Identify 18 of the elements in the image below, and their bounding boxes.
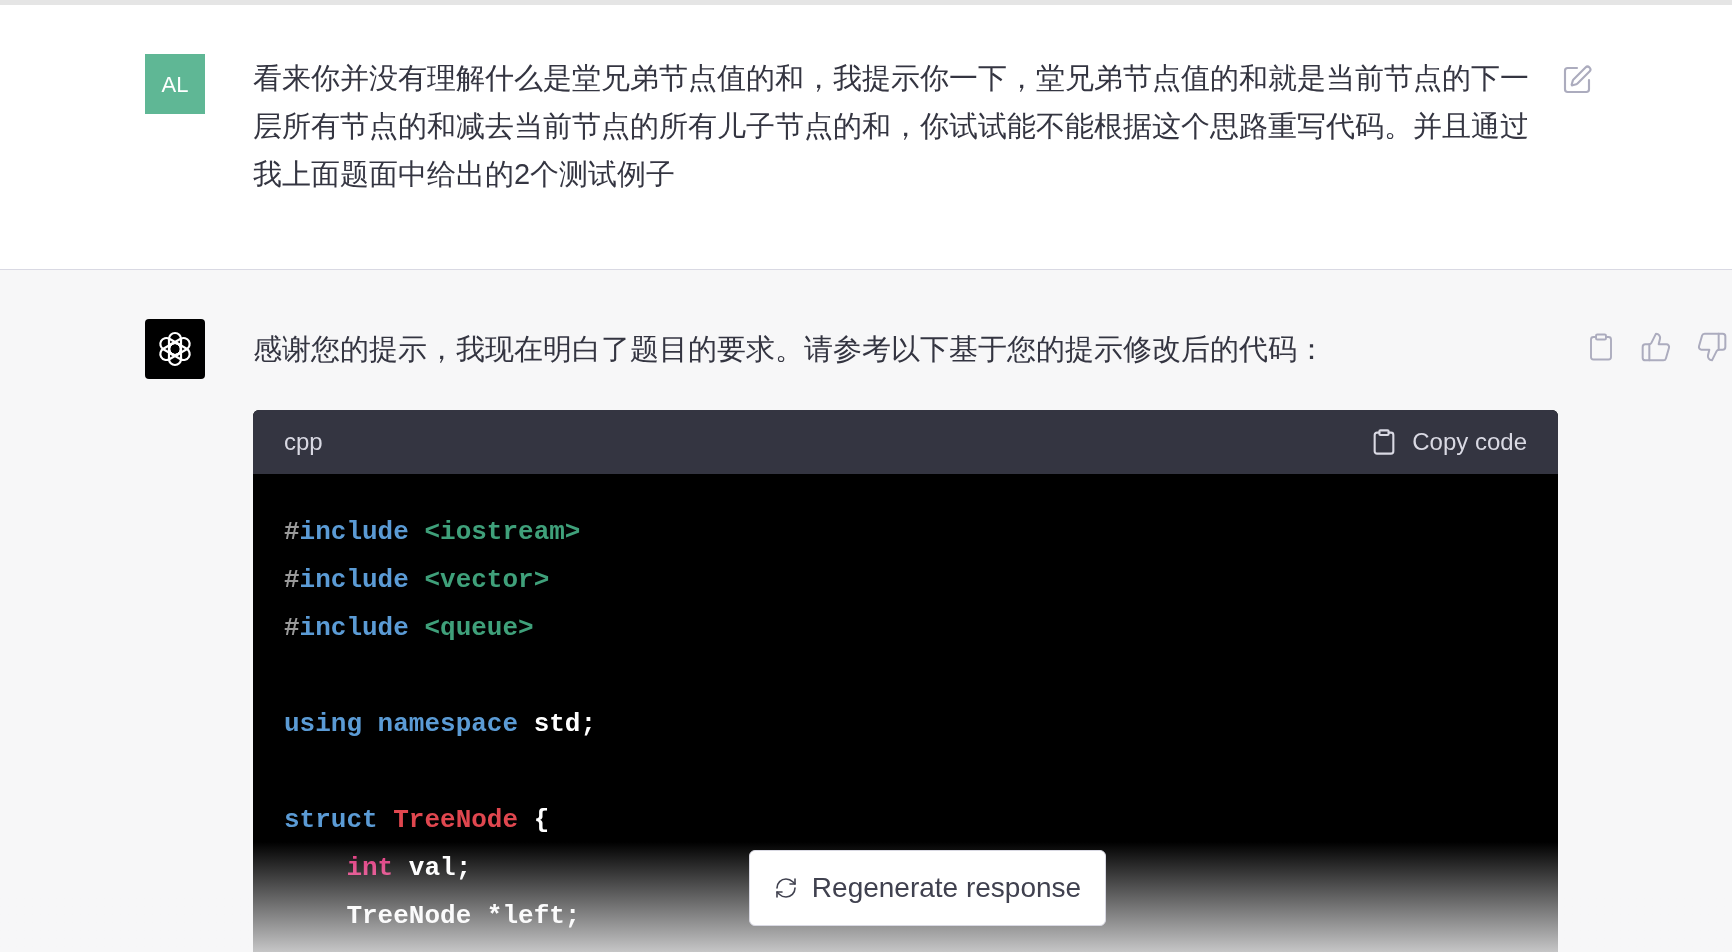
user-avatar: AL bbox=[145, 54, 205, 114]
code-line: TreeNode *left; bbox=[345, 900, 581, 933]
edit-icon[interactable] bbox=[1561, 64, 1593, 96]
assistant-logo bbox=[145, 319, 205, 379]
thumbs-up-icon[interactable] bbox=[1640, 331, 1672, 363]
thumbs-down-icon[interactable] bbox=[1696, 331, 1728, 363]
code-line: #include <iostream> bbox=[284, 516, 581, 549]
code-line: using namespace std; bbox=[284, 708, 597, 741]
code-language: cpp bbox=[284, 427, 323, 457]
user-message: 看来你并没有理解什么是堂兄弟节点值的和，我提示你一下，堂兄弟节点值的和就是当前节点的下一层所有节点的和减去当前节点的所有儿子节点的和，你试试能不能根据这个思路重写代码。并且通过我上面题面中给出的2个测试例子 bbox=[253, 61, 1530, 192]
regenerate-response-button[interactable]: Regenerate response bbox=[749, 850, 1106, 926]
assistant-message: 感谢您的提示，我现在明白了题目的要求。请参考以下基于您的提示修改后的代码： bbox=[253, 332, 1327, 367]
code-line: int val; bbox=[345, 852, 472, 885]
copy-code-button[interactable]: Copy code bbox=[1370, 424, 1527, 460]
code-line: struct TreeNode { bbox=[284, 804, 550, 837]
code-line: #include <vector> bbox=[284, 564, 550, 597]
code-line: #include <queue> bbox=[284, 612, 534, 645]
refresh-icon bbox=[773, 876, 798, 900]
